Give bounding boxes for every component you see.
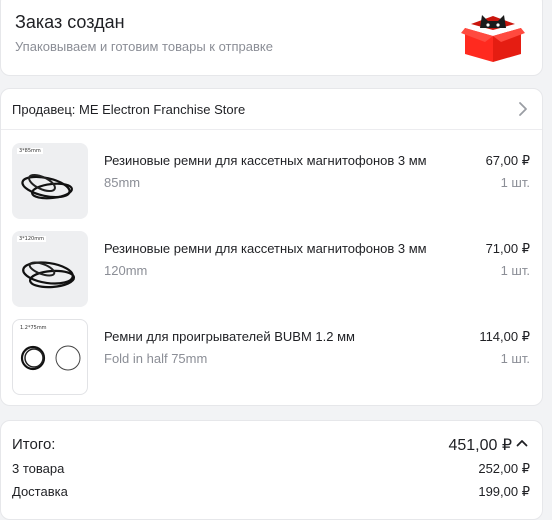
order-status-title: Заказ создан <box>15 12 125 32</box>
order-status-subtitle: Упаковываем и готовим товары к отправке <box>15 39 273 54</box>
product-variant: 120mm <box>104 263 148 278</box>
chevron-right-icon <box>519 102 527 116</box>
seller-row[interactable]: Продавец: ME Electron Franchise Store <box>1 89 542 130</box>
belts-image <box>21 173 74 200</box>
order-item[interactable]: 1.2*75mm Ремни для проигрывателей BUBM 1… <box>1 319 542 399</box>
red-box-with-cat-icon <box>461 15 525 62</box>
order-card: Продавец: ME Electron Franchise Store 3*… <box>0 88 543 406</box>
belts-image <box>20 345 81 371</box>
thumbnail-label: 1.2*75mm <box>18 325 49 331</box>
total-value: 451,00 ₽ <box>448 437 512 454</box>
order-status-card: Заказ создан Упаковываем и готовим товар… <box>0 0 543 76</box>
product-name[interactable]: Ремни для проигрывателей BUBM 1.2 мм <box>104 329 355 344</box>
seller-label: Продавец: ME Electron Franchise Store <box>12 102 246 117</box>
order-item[interactable]: 3*120mm Резиновые ремни для кассетных ма… <box>1 231 542 311</box>
order-item[interactable]: 3*85mm Резиновые ремни для кассетных маг… <box>1 143 542 223</box>
product-variant: Fold in half 75mm <box>104 351 208 366</box>
goods-count-label: 3 товара <box>12 461 65 476</box>
thumbnail-label: 3*85mm <box>17 148 43 154</box>
product-quantity: 1 шт. <box>500 175 530 190</box>
goods-sum-value: 252,00 ₽ <box>478 461 530 476</box>
product-thumbnail[interactable]: 3*85mm <box>12 143 88 219</box>
order-totals-card: Итого: 451,00 ₽ 3 товара 252,00 ₽ Достав… <box>0 420 543 520</box>
product-price: 114,00 ₽ <box>479 329 530 344</box>
product-price: 71,00 ₽ <box>485 241 530 256</box>
product-quantity: 1 шт. <box>500 263 530 278</box>
product-price: 67,00 ₽ <box>485 153 530 168</box>
product-name[interactable]: Резиновые ремни для кассетных магнитофон… <box>104 241 427 256</box>
belts-image <box>22 261 76 289</box>
product-quantity: 1 шт. <box>500 351 530 366</box>
total-label: Итого: <box>12 436 56 453</box>
delivery-value: 199,00 ₽ <box>478 484 530 499</box>
delivery-label: Доставка <box>12 484 68 499</box>
chevron-up-icon[interactable] <box>516 439 528 447</box>
product-thumbnail[interactable]: 1.2*75mm <box>12 319 88 395</box>
product-variant: 85mm <box>104 175 141 190</box>
product-thumbnail[interactable]: 3*120mm <box>12 231 88 307</box>
product-name[interactable]: Резиновые ремни для кассетных магнитофон… <box>104 153 427 168</box>
thumbnail-label: 3*120mm <box>17 236 46 242</box>
